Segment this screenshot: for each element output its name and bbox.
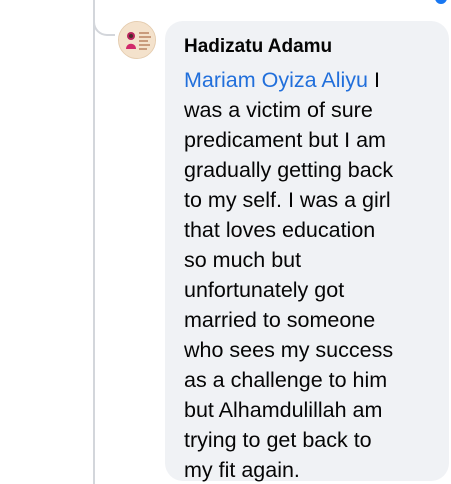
comment-line: my fit again. [184,458,300,482]
avatar-image [119,22,155,58]
comment-line: but Alhamdulillah am [184,398,383,422]
comment-line: so much but [184,248,302,272]
comment-line: as a challenge to him [184,368,388,392]
comment-text: Mariam Oyiza Aliyu Iwas a victim of sure… [184,65,424,484]
comment-line: was a victim of sure [184,98,373,122]
thread-line [93,0,95,484]
comment-line: I [368,68,380,92]
comment-line: to my self. I was a girl [184,188,391,212]
thread-connector [93,0,115,36]
comment-line: that loves education [184,218,376,242]
comment-line: who sees my success [184,338,394,362]
comment-line: unfortunately got [184,278,345,302]
comment-line: married to someone [184,308,376,332]
reaction-icon [435,0,447,4]
mention-link[interactable]: Mariam Oyiza Aliyu [184,68,368,92]
comment-bubble: Hadizatu Adamu Mariam Oyiza Aliyu Iwas a… [165,21,449,484]
comment-line: trying to get back to [184,428,372,452]
comment-thread: Hadizatu Adamu Mariam Oyiza Aliyu Iwas a… [0,0,451,484]
comment-line: gradually getting back [184,158,394,182]
avatar[interactable] [118,21,156,59]
comment-line: predicament but I am [184,128,386,152]
comment-author[interactable]: Hadizatu Adamu [184,35,437,59]
